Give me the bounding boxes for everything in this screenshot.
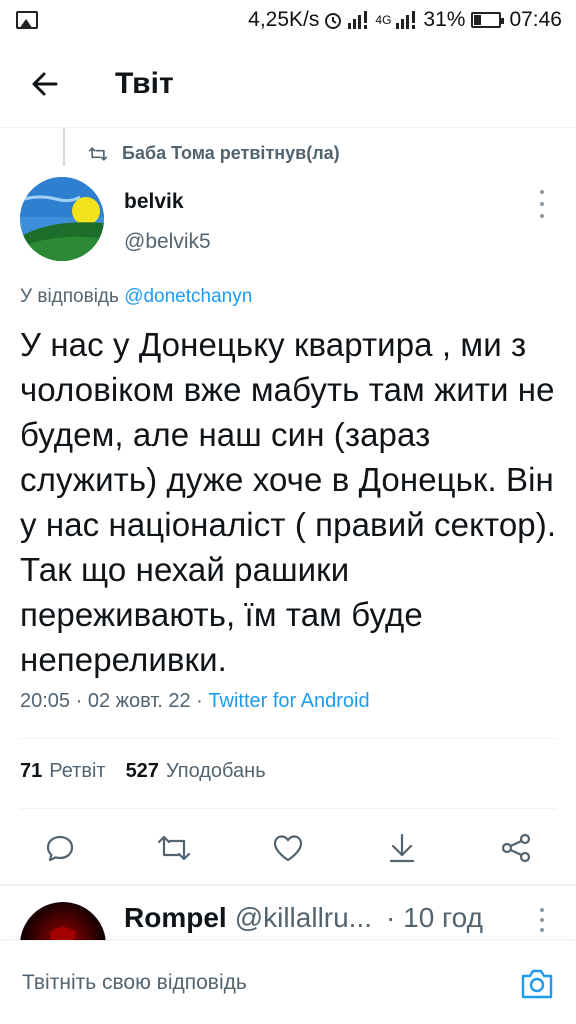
reply-input[interactable]: Твітніть свою відповідь [22,971,247,995]
signal-icon-2 [396,11,416,29]
network-speed: 4,25K/s [248,8,320,31]
alarm-icon [325,13,342,29]
reply-tweet-header: Rompel @killallru... · 10 год [124,902,483,934]
reply-author-name[interactable]: Rompel [124,902,227,934]
tweet-text: У нас у Донецьку квартира , ми з чоловік… [20,326,566,678]
back-button[interactable] [20,59,70,109]
reply-to-prefix: У відповідь [20,286,119,307]
reply-more-options-button[interactable] [532,908,552,932]
tweet-timestamp: 20:05 · 02 жовт. 22 · [20,690,203,712]
retweet-icon [157,835,191,861]
reply-author-handle[interactable]: @killallru... [235,902,372,934]
tweet-action-bar [0,818,576,878]
bookmark-download-button[interactable] [382,828,422,868]
retweet-context-text: Баба Тома ретвітнув(ла) [122,143,340,163]
section-separator [0,884,576,886]
network-type: 4G [375,13,392,27]
more-dot-icon [540,190,544,194]
retweet-context[interactable]: Баба Тома ретвітнув(ла) [88,143,340,164]
divider [20,808,556,809]
gallery-notification-icon [16,11,38,29]
reply-to-link[interactable]: @donetchanyn [124,286,252,307]
author-avatar[interactable] [20,177,104,261]
like-button[interactable] [268,828,308,868]
more-options-button[interactable] [532,190,552,218]
reply-time: · 10 год [386,902,483,933]
more-dot-icon [540,918,544,922]
author-handle[interactable]: @belvik5 [124,230,211,254]
divider [20,738,556,739]
likes-count: 527 [125,760,159,782]
retweets-stat[interactable]: 71 Ретвіт [20,760,106,783]
share-icon [501,833,531,863]
more-dot-icon [540,214,544,218]
share-button[interactable] [496,828,536,868]
author-name[interactable]: belvik [124,190,184,214]
download-icon [389,833,415,863]
reply-to-line: У відповідь @donetchanyn [20,286,252,308]
tweet-meta: 20:05 · 02 жовт. 22 · Twitter for Androi… [20,690,370,713]
reply-icon [46,835,74,862]
tweet-source-link[interactable]: Twitter for Android [208,690,369,712]
reply-button[interactable] [40,828,80,868]
arrow-left-icon [32,72,58,95]
battery-percent: 31% [423,8,466,31]
tweet-stats: 71 Ретвіт 527 Уподобань [20,760,286,783]
camera-button[interactable] [518,965,556,1003]
top-app-bar: Твіт [0,40,576,128]
battery-icon [471,12,505,28]
retweets-count: 71 [20,760,43,782]
retweet-small-icon [88,146,108,161]
more-dot-icon [540,928,544,932]
retweets-label: Ретвіт [49,760,106,782]
likes-stat[interactable]: 527 Уподобань [126,760,266,783]
reply-compose-bar: Твітніть свою відповідь [0,940,576,1024]
like-icon [273,835,303,862]
avatar-landscape-image [20,177,104,261]
likes-label: Уподобань [165,760,266,782]
more-dot-icon [540,908,544,912]
status-bar: 4,25K/s 4G 31% 07:46 [0,0,576,40]
clock: 07:46 [509,8,562,31]
signal-icon [348,11,368,29]
thread-line [63,128,65,166]
page-title: Твіт [115,66,174,100]
more-dot-icon [540,202,544,206]
retweet-button[interactable] [154,828,194,868]
camera-icon [521,969,553,999]
